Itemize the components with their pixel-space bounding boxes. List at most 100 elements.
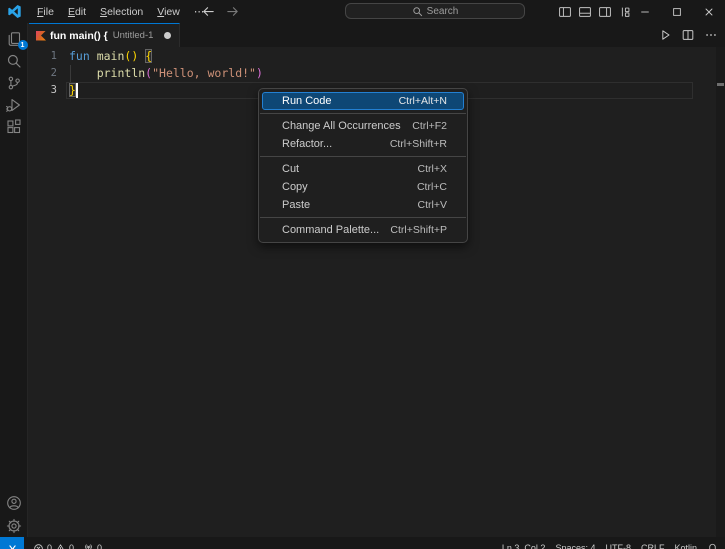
explorer-icon[interactable]: 1	[2, 30, 28, 50]
go-back-icon[interactable]	[201, 4, 216, 19]
menu-item-shortcut: Ctrl+Alt+N	[398, 95, 447, 107]
title-bar: File Edit Selection View ⋯ Search	[0, 0, 725, 23]
overview-ruler[interactable]	[716, 47, 725, 537]
kotlin-file-icon	[36, 30, 46, 41]
activity-bar: 1	[0, 23, 28, 537]
remote-icon	[7, 543, 18, 549]
ports-count: 0	[97, 543, 103, 549]
menu-item-run-code[interactable]: Run Code Ctrl+Alt+N	[262, 92, 464, 110]
menu-item-label: Cut	[282, 163, 300, 175]
status-cursor-position[interactable]: Ln 3, Col 2	[502, 543, 546, 549]
search-icon	[412, 6, 423, 17]
extensions-icon	[6, 118, 22, 135]
menu-item-shortcut: Ctrl+C	[416, 181, 447, 193]
menu-item-shortcut: Ctrl+V	[417, 199, 447, 211]
status-language-mode[interactable]: Kotlin	[674, 543, 697, 549]
error-icon	[33, 543, 44, 549]
run-debug-icon[interactable]	[2, 96, 26, 113]
menu-item-paste[interactable]: Paste Ctrl+V	[262, 196, 464, 214]
indent-guide	[70, 65, 71, 82]
menu-item-change-all-occurrences[interactable]: Change All Occurrences Ctrl+F2	[262, 117, 464, 135]
status-bar: 0 0 0 Ln 3, Col 2 Spaces: 4 UTF-8 CRLF Kotli…	[0, 537, 725, 549]
editor-tab-bar: fun main() { Untitled-1	[29, 23, 725, 47]
status-encoding[interactable]: UTF-8	[605, 543, 631, 549]
menu-item-command-palette[interactable]: Command Palette... Ctrl+Shift+P	[262, 221, 464, 239]
menu-item-label: Paste	[282, 199, 311, 211]
settings-gear-icon[interactable]	[2, 517, 26, 534]
layout-controls	[558, 0, 632, 23]
line-content: fun main() {	[69, 49, 153, 63]
history-navigation	[201, 0, 240, 23]
toggle-panel-icon[interactable]	[578, 5, 592, 19]
modified-dot-icon[interactable]	[164, 32, 172, 39]
extensions-icon[interactable]	[2, 118, 26, 135]
more-actions-icon[interactable]	[704, 28, 718, 42]
maximize-button[interactable]	[661, 0, 693, 23]
line-content: }	[69, 83, 76, 97]
warning-icon	[55, 543, 66, 549]
menu-item-copy[interactable]: Copy Ctrl+C	[262, 178, 464, 196]
menu-separator	[260, 156, 466, 157]
editor-line-1[interactable]: 1 fun main() {	[29, 48, 725, 65]
menu-item-label: Copy	[282, 181, 308, 193]
go-forward-icon[interactable]	[225, 4, 240, 19]
editor-context-menu: Run Code Ctrl+Alt+N Change All Occurrences…	[258, 88, 468, 243]
settings-gear-icon	[6, 518, 22, 534]
tab-untitled-1[interactable]: fun main() { Untitled-1	[29, 23, 181, 47]
menu-separator	[260, 113, 466, 114]
search-command-center[interactable]: Search	[345, 3, 525, 19]
menu-item-shortcut: Ctrl+X	[417, 163, 447, 175]
menubar-edit[interactable]: Edit	[61, 4, 93, 20]
line-number: 3	[50, 84, 57, 96]
line-number: 1	[50, 50, 57, 62]
ports-indicator[interactable]: 0	[83, 543, 102, 549]
window-controls	[629, 0, 725, 23]
ports-icon	[83, 543, 94, 549]
search-placeholder: Search	[426, 5, 459, 17]
menu-item-refactor[interactable]: Refactor... Ctrl+Shift+R	[262, 135, 464, 153]
status-eol[interactable]: CRLF	[641, 543, 665, 549]
toggle-secondary-sidebar-icon[interactable]	[598, 5, 612, 19]
close-button[interactable]	[693, 0, 725, 23]
editor-line-2[interactable]: 2 println("Hello, world!")	[29, 65, 725, 82]
menu-item-shortcut: Ctrl+Shift+P	[390, 224, 447, 236]
text-cursor	[76, 83, 78, 98]
menu-item-label: Refactor...	[282, 138, 333, 150]
menu-item-label: Run Code	[282, 95, 332, 107]
tab-description: Untitled-1	[112, 30, 154, 41]
menubar-file[interactable]: File	[30, 4, 61, 20]
split-editor-icon[interactable]	[681, 28, 695, 42]
vscode-logo-icon	[7, 4, 22, 19]
menu-item-shortcut: Ctrl+Shift+R	[389, 138, 447, 150]
editor-actions	[658, 23, 718, 47]
account-icon	[6, 495, 22, 511]
run-debug-icon	[5, 97, 22, 113]
status-indentation[interactable]: Spaces: 4	[555, 543, 595, 549]
source-control-icon[interactable]	[2, 74, 26, 91]
toggle-primary-sidebar-icon[interactable]	[558, 5, 572, 19]
line-number: 2	[50, 67, 57, 79]
remote-indicator[interactable]	[0, 537, 24, 549]
menu-item-shortcut: Ctrl+F2	[412, 120, 447, 132]
explorer-badge: 1	[17, 40, 28, 50]
vscode-window: File Edit Selection View ⋯ Search 1 fun …	[0, 0, 725, 549]
menu-item-label: Change All Occurrences	[282, 120, 401, 132]
run-code-icon[interactable]	[658, 28, 672, 42]
menu-item-label: Command Palette...	[282, 224, 380, 236]
menu-item-cut[interactable]: Cut Ctrl+X	[262, 160, 464, 178]
source-control-icon	[6, 75, 22, 91]
notifications-bell-icon[interactable]	[707, 543, 718, 549]
tab-label: fun main() {	[50, 29, 108, 42]
overview-cursor-marker	[717, 83, 724, 86]
error-count: 0	[47, 543, 53, 549]
minimize-button[interactable]	[629, 0, 661, 23]
account-icon[interactable]	[2, 494, 26, 511]
problems-indicator[interactable]: 0 0	[33, 543, 74, 549]
search-icon[interactable]	[2, 52, 26, 69]
menu-bar: File Edit Selection View ⋯	[30, 0, 211, 23]
warning-count: 0	[69, 543, 75, 549]
line-content: println("Hello, world!")	[96, 66, 263, 80]
menubar-selection[interactable]: Selection	[93, 4, 150, 20]
menubar-view[interactable]: View	[150, 4, 187, 20]
menu-separator	[260, 217, 466, 218]
